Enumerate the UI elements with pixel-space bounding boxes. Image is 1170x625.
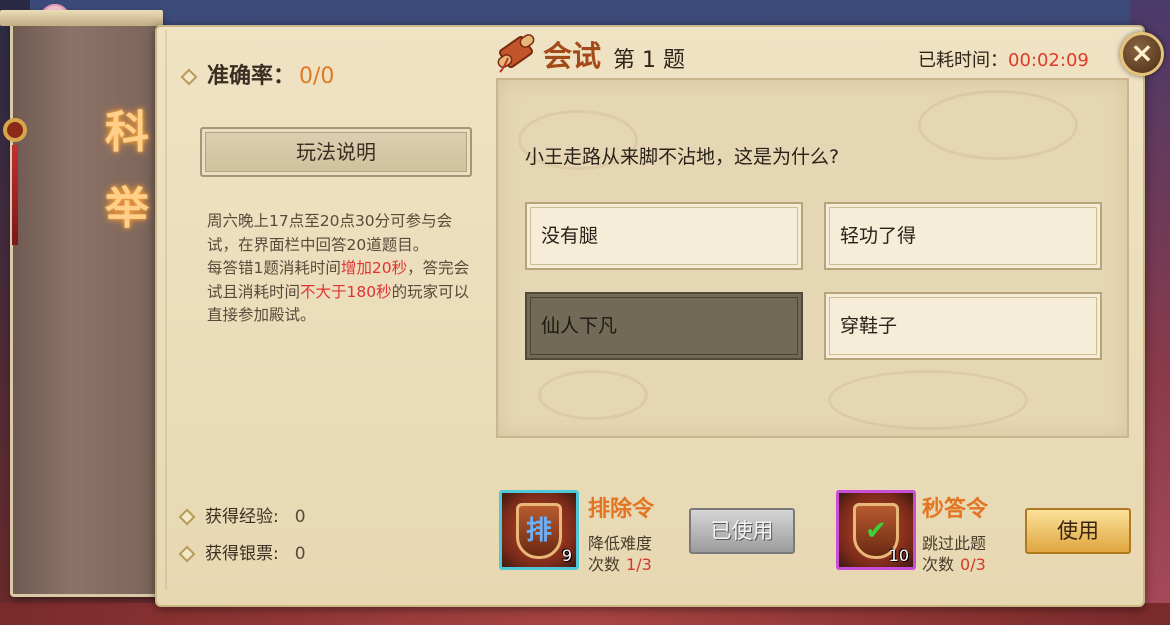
item-times-value: 1/3: [626, 555, 652, 574]
question-number: 第 1 题: [613, 48, 685, 73]
item-name-exclude: 排除令: [588, 496, 655, 522]
exam-title: 会试: [543, 39, 602, 73]
cloud-pattern: [828, 370, 1028, 430]
reward-exp-value: 0: [294, 507, 306, 527]
question-text: 小王走路从来脚不沾地，这是为什么?: [525, 146, 840, 168]
reward-exp-label: 获得经验:: [205, 507, 279, 527]
use-button[interactable]: 使用: [1025, 508, 1131, 554]
tassel-icon: [12, 145, 18, 245]
rules-highlight-penalty: 增加20秒: [340, 259, 408, 277]
answer-option-2[interactable]: 轻功了得: [824, 202, 1102, 270]
coin-ornament-icon: [3, 118, 27, 142]
item-count: 9: [561, 546, 572, 565]
used-button[interactable]: 已使用: [689, 508, 795, 554]
rules-button[interactable]: 玩法说明: [200, 127, 472, 177]
rules-paragraph-2: 每答错1题消耗时间增加20秒，答完会试且消耗时间不大于180秒的玩家可以直接参加…: [207, 259, 470, 324]
cloud-pattern: [538, 370, 648, 420]
accuracy-row: 准确率： 0/0: [180, 58, 335, 90]
item-times-skip: 次数 0/3: [922, 555, 986, 574]
answer-option-4[interactable]: 穿鞋子: [824, 292, 1102, 360]
item-times-exclude: 次数 1/3: [588, 555, 652, 574]
accuracy-label: 准确率：: [207, 63, 296, 89]
exclude-glyph: 排: [525, 516, 552, 546]
answer-option-1[interactable]: 没有腿: [525, 202, 803, 270]
shield-check-icon[interactable]: ✔ 10: [836, 490, 916, 570]
rules-highlight-limit: 不大于180秒: [300, 282, 392, 301]
elapsed-time: 已耗时间：00:02:09: [918, 46, 1089, 72]
elapsed-time-label: 已耗时间：: [918, 50, 1008, 71]
diamond-icon: [178, 508, 196, 526]
item-count: 10: [888, 546, 909, 565]
close-button[interactable]: ×: [1120, 32, 1164, 76]
diamond-icon: [180, 68, 198, 86]
scroll-icon: [497, 34, 535, 73]
answer-option-3[interactable]: 仙人下凡: [525, 292, 803, 360]
scroll-top-rod: [0, 10, 163, 26]
scroll-title: 科举: [105, 107, 149, 234]
diamond-icon: [178, 545, 196, 563]
reward-silver-value: 0: [294, 544, 306, 564]
reward-silver-label: 获得银票:: [205, 544, 279, 564]
accuracy-value: 0/0: [299, 64, 335, 89]
elapsed-time-value: 00:02:09: [1008, 50, 1089, 71]
rules-paragraph-1: 周六晚上17点至20点30分可参与会试，在界面栏中回答20道题目。: [207, 212, 453, 254]
reward-exp-row: 获得经验: 0: [178, 502, 306, 527]
reward-silver-row: 获得银票: 0: [178, 539, 306, 564]
close-icon: ×: [1130, 36, 1154, 69]
rules-text: 周六晚上17点至20点30分可参与会试，在界面栏中回答20道题目。 每答错1题消…: [207, 210, 472, 328]
item-times-value: 0/3: [960, 555, 986, 574]
panel-edge: [165, 30, 167, 590]
item-name-skip: 秒答令: [922, 496, 989, 522]
shield-exclude-icon[interactable]: 排 9: [499, 490, 579, 570]
cloud-pattern: [918, 90, 1078, 160]
